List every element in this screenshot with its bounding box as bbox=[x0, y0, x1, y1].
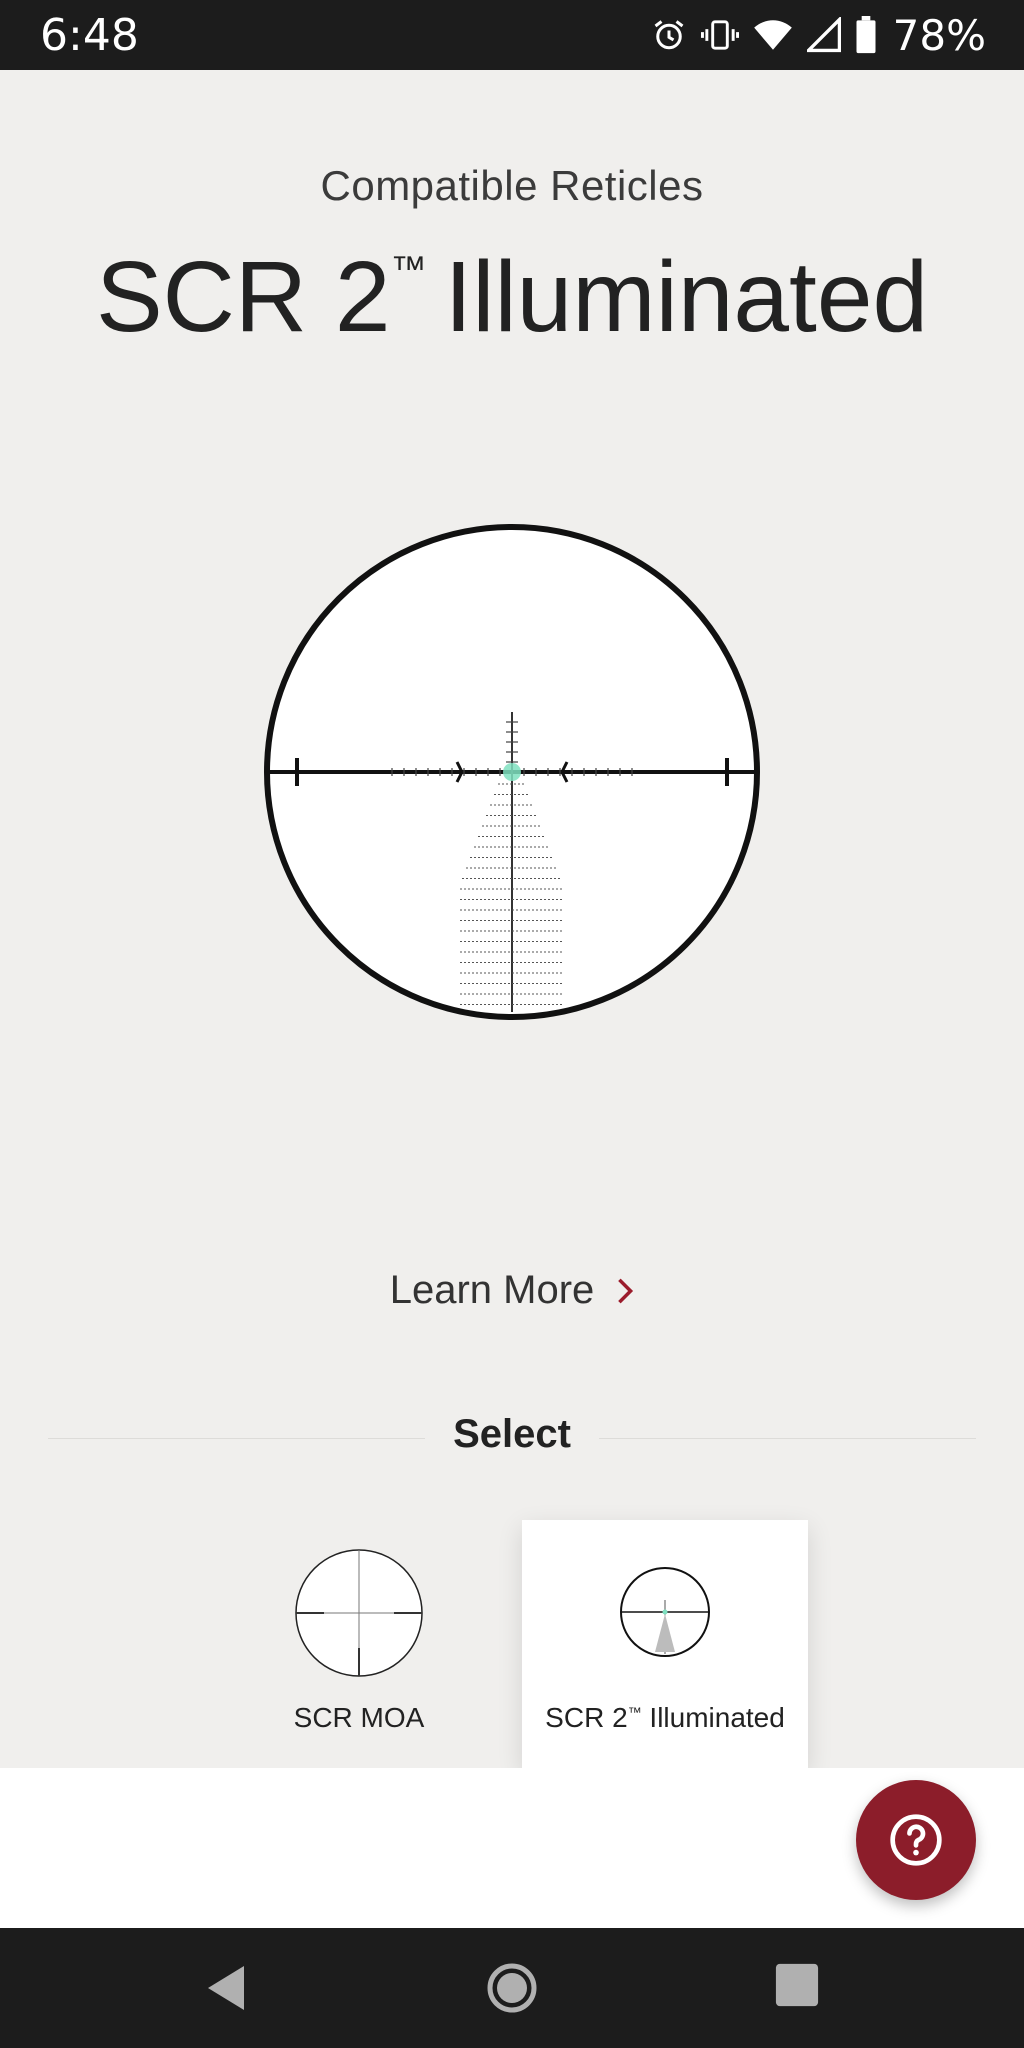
recents-icon[interactable] bbox=[774, 1962, 820, 2008]
title-main: SCR 2 bbox=[95, 241, 391, 353]
scr-moa-label: SCR MOA bbox=[293, 1702, 425, 1733]
learn-more-label: Learn More bbox=[389, 1268, 595, 1312]
home-icon[interactable] bbox=[486, 1962, 538, 2014]
reticle-option-scr-moa[interactable]: SCR MOA bbox=[216, 1520, 502, 1768]
select-heading: Select bbox=[0, 1412, 1024, 1457]
reticle-illustration bbox=[264, 524, 760, 1020]
scr2-illuminated-thumbnail bbox=[620, 1567, 710, 1657]
title-rest: Illuminated bbox=[444, 241, 929, 353]
status-time: 6:48 bbox=[40, 10, 139, 61]
status-icons: 78% bbox=[651, 10, 986, 60]
scr2-illuminated-label: SCR 2™ Illuminated bbox=[522, 1702, 808, 1734]
system-nav-bar bbox=[0, 1928, 1024, 2048]
wifi-icon bbox=[753, 20, 792, 50]
select-heading-text: Select bbox=[425, 1412, 599, 1456]
app-content: Compatible Reticles SCR 2™ Illuminated Le… bbox=[0, 70, 1024, 1768]
battery-percent: 78% bbox=[892, 10, 986, 60]
learn-more-link[interactable]: Learn More bbox=[0, 1268, 1024, 1313]
page-title: SCR 2™ Illuminated bbox=[0, 240, 1024, 355]
chevron-right-icon bbox=[618, 1278, 634, 1303]
back-icon[interactable] bbox=[204, 1962, 248, 2014]
alarm-icon bbox=[654, 20, 684, 50]
vibrate-icon bbox=[700, 20, 739, 50]
help-button[interactable] bbox=[856, 1780, 976, 1900]
cellular-signal-icon bbox=[806, 17, 841, 53]
scr2-label-rest: Illuminated bbox=[641, 1702, 785, 1733]
battery-icon bbox=[856, 16, 876, 54]
section-kicker: Compatible Reticles bbox=[320, 162, 704, 209]
status-bar: 6:48 78% bbox=[0, 0, 1024, 70]
scr2-label-tm: ™ bbox=[627, 1704, 642, 1720]
question-icon bbox=[890, 1814, 942, 1866]
reticle-option-scr2-illuminated[interactable]: SCR 2™ Illuminated bbox=[522, 1520, 808, 1768]
scr-moa-thumbnail bbox=[295, 1549, 423, 1677]
trademark-symbol: ™ bbox=[390, 248, 427, 289]
scr2-label-main: SCR 2 bbox=[545, 1702, 628, 1733]
